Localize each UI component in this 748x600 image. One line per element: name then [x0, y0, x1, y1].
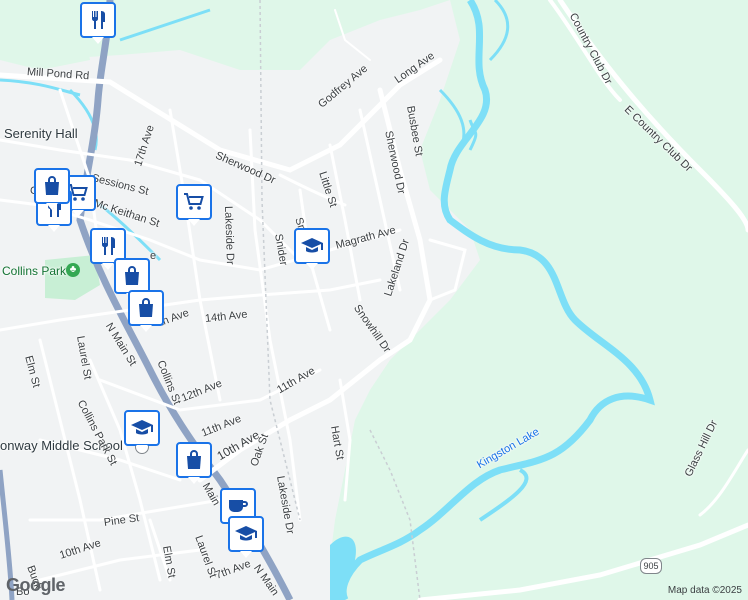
poi-school-pin-2[interactable] — [124, 410, 160, 452]
route-905-shield: 905 — [640, 558, 662, 574]
shopping-bag-icon — [125, 266, 139, 285]
shopping-cart-icon — [184, 193, 204, 210]
shopping-bag-icon — [139, 298, 153, 317]
shopping-bag-icon — [187, 450, 201, 469]
poi-school-pin[interactable] — [294, 228, 330, 270]
shopping-bag-icon — [45, 176, 59, 195]
school-icon — [235, 526, 257, 541]
street-lakeside: Lakeside Dr — [222, 205, 237, 265]
poi-shopping-bag-pin-4[interactable] — [176, 442, 212, 484]
street-lane-e: e — [150, 250, 157, 262]
map-attribution[interactable]: Map data ©2025 — [668, 585, 742, 596]
poi-shopping-bag-pin[interactable] — [34, 168, 70, 210]
park-tree-icon: ♣ — [66, 263, 80, 277]
restaurant-icon — [102, 237, 115, 255]
place-serenity-hall[interactable]: Serenity Hall — [4, 126, 78, 141]
restaurant-icon — [92, 11, 105, 29]
map-canvas[interactable] — [0, 0, 748, 600]
place-collins-park[interactable]: Collins Park — [2, 264, 66, 278]
poi-shopping-bag-pin-3[interactable] — [128, 290, 164, 332]
poi-school-pin-3[interactable] — [228, 516, 264, 558]
poi-restaurant-pin[interactable] — [80, 2, 116, 44]
google-logo[interactable]: Google — [6, 575, 66, 596]
school-icon — [301, 238, 323, 253]
cafe-icon — [229, 500, 248, 512]
poi-shopping-bag-pin-2[interactable] — [114, 258, 150, 300]
school-icon — [131, 420, 153, 435]
poi-shopping-cart-pin-2[interactable] — [176, 184, 212, 226]
